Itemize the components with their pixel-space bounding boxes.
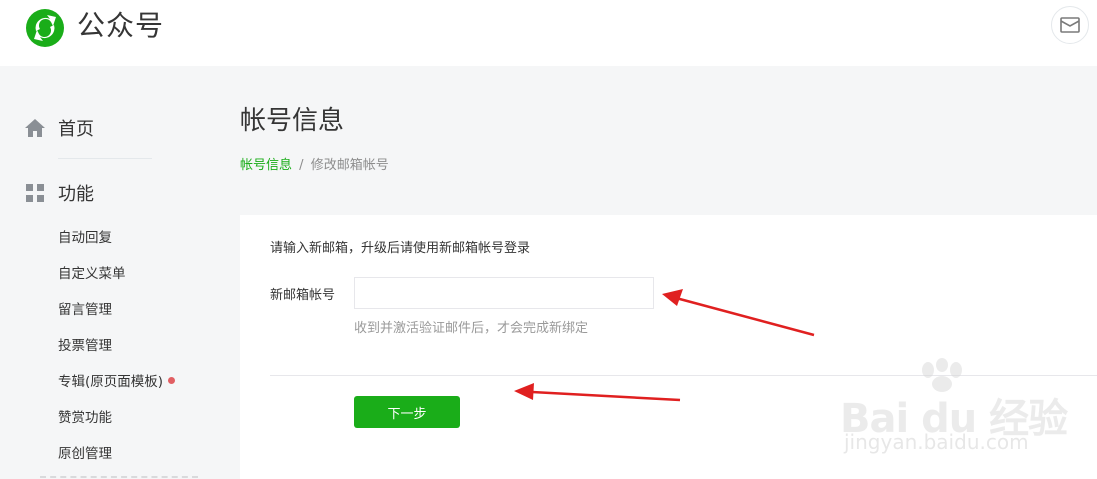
arrow-to-next-button bbox=[514, 383, 681, 402]
baidu-jingyan-watermark: Bai du 经验 jingyan.baidu.com bbox=[840, 358, 1090, 468]
arrow-to-input bbox=[662, 289, 815, 337]
watermark-url: jingyan.baidu.com bbox=[844, 430, 1029, 454]
